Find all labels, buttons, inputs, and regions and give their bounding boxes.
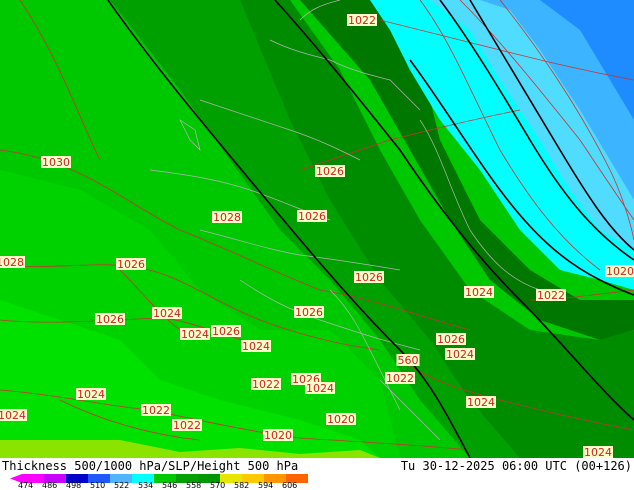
legend-tick-label: 582 [234,481,249,490]
footer-title: Thickness 500/1000 hPa/SLP/Height 500 hP… [2,459,298,473]
pressure-label: 1026 [95,313,125,326]
footer: Thickness 500/1000 hPa/SLP/Height 500 hP… [0,458,634,490]
pressure-label: 1022 [251,378,281,391]
legend-tick-label: 486 [42,481,57,490]
pressure-label: 1030 [41,156,71,169]
pressure-label: 1026 [297,210,327,223]
legend-tick-label: 570 [210,481,225,490]
pressure-label: 1026 [354,271,384,284]
weather-map: 1022103010261028102610281026102610241022… [0,0,634,490]
pressure-label: 1024 [445,348,475,361]
pressure-label-text: 1026 [298,210,326,223]
pressure-label: 1026 [211,325,241,338]
pressure-label: 1024 [0,409,27,422]
pressure-label: 1026 [116,258,146,271]
pressure-label-text: 1024 [77,388,105,401]
pressure-label-text: 1026 [437,333,465,346]
pressure-label: 1026 [436,333,466,346]
legend-tick-label: 534 [138,481,153,490]
legend-tick-label: 522 [114,481,129,490]
pressure-label: 560 [396,354,420,367]
pressure-label: 1024 [152,307,182,320]
pressure-label: 1028 [212,211,242,224]
pressure-label: 1026 [315,165,345,178]
pressure-label-text: 1026 [316,165,344,178]
pressure-label-text: 1024 [465,286,493,299]
pressure-label: 1026 [294,306,324,319]
pressure-label: 1024 [464,286,494,299]
pressure-label-text: 1022 [252,378,280,391]
pressure-label-text: 1026 [96,313,124,326]
legend-tick-label: 546 [162,481,177,490]
legend-tick-label: 558 [186,481,201,490]
pressure-label-text: 1020 [264,429,292,442]
footer-datetime: Tu 30-12-2025 06:00 UTC (00+126) [401,459,632,473]
pressure-label: 1024 [305,382,335,395]
pressure-label-text: 1030 [42,156,70,169]
pressure-label-text: 1026 [212,325,240,338]
pressure-label: 1024 [76,388,106,401]
pressure-label-text: 1026 [117,258,145,271]
pressure-label-text: 1024 [0,409,26,422]
pressure-label-text: 1022 [537,289,565,302]
pressure-label: 1024 [583,446,613,459]
pressure-label: 1024 [466,396,496,409]
pressure-label-text: 1024 [584,446,612,459]
pressure-label: 1022 [347,14,377,27]
pressure-label-text: 1024 [153,307,181,320]
pressure-label: 1022 [172,419,202,432]
pressure-label-text: 560 [398,354,419,367]
pressure-label-text: 1024 [181,328,209,341]
pressure-label: 1022 [385,372,415,385]
pressure-label: 1022 [141,404,171,417]
pressure-label-text: 1022 [142,404,170,417]
pressure-label-text: 1028 [213,211,241,224]
pressure-label-text: 1022 [348,14,376,27]
pressure-label-text: 1026 [355,271,383,284]
pressure-label-text: 1024 [242,340,270,353]
pressure-label: 1020 [326,413,356,426]
pressure-label-text: 1026 [295,306,323,319]
pressure-label-text: 1024 [467,396,495,409]
pressure-label-text: 1024 [306,382,334,395]
pressure-label-text: 1028 [0,256,24,269]
pressure-label-text: 1020 [327,413,355,426]
pressure-label-text: 1024 [446,348,474,361]
pressure-label: 1022 [536,289,566,302]
pressure-label-text: 1020 [606,265,634,278]
pressure-label: 1024 [241,340,271,353]
legend-tick-label: 606 [282,481,297,490]
pressure-label: 1024 [180,328,210,341]
legend-tick-label: 474 [18,481,33,490]
legend-tick-label: 594 [258,481,273,490]
pressure-label: 1020 [263,429,293,442]
legend-tick-label: 498 [66,481,81,490]
legend-tick-label: 510 [90,481,105,490]
pressure-label: 1028 [0,256,25,269]
pressure-label-text: 1022 [173,419,201,432]
pressure-label: 1020 [605,265,634,278]
pressure-label-text: 1022 [386,372,414,385]
